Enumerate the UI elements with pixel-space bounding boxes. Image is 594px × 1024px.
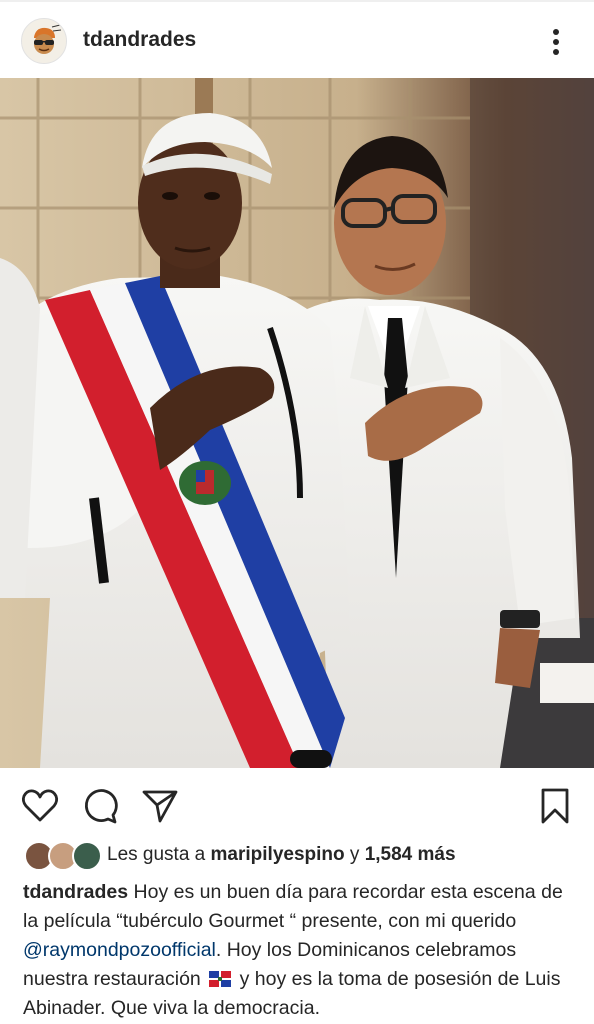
cartoon-avatar-icon [22, 19, 66, 63]
likes-count[interactable]: 1,584 más [365, 844, 456, 865]
likes-summary[interactable]: Les gusta a maripilyespino y 1,584 más [107, 844, 456, 866]
post-header: tdandrades [0, 0, 594, 78]
liker-avatar [72, 841, 102, 871]
likes-row: Les gusta a maripilyespino y 1,584 más [0, 838, 594, 874]
likes-prefix: Les gusta a [107, 844, 206, 865]
likes-conj: y [349, 844, 360, 865]
bookmark-icon[interactable] [535, 786, 575, 826]
more-vertical-icon[interactable] [546, 26, 566, 58]
liker-avatars[interactable] [24, 841, 102, 871]
post-username[interactable]: tdandrades [83, 28, 196, 52]
likes-user[interactable]: maripilyespino [211, 844, 345, 865]
caption-username[interactable]: tdandrades [23, 881, 128, 903]
post-photo[interactable] [0, 78, 594, 768]
heart-icon[interactable] [20, 786, 60, 826]
dominican-flag-icon [209, 967, 232, 987]
avatar[interactable] [21, 18, 67, 64]
send-icon[interactable] [140, 786, 180, 826]
caption-mention[interactable]: @raymondpozoofficial [23, 939, 216, 961]
two-men-white-suits-photo [0, 78, 594, 768]
post-caption: tdandrades Hoy es un buen día para recor… [23, 878, 583, 1023]
comment-icon[interactable] [80, 786, 120, 826]
action-bar [0, 768, 594, 838]
